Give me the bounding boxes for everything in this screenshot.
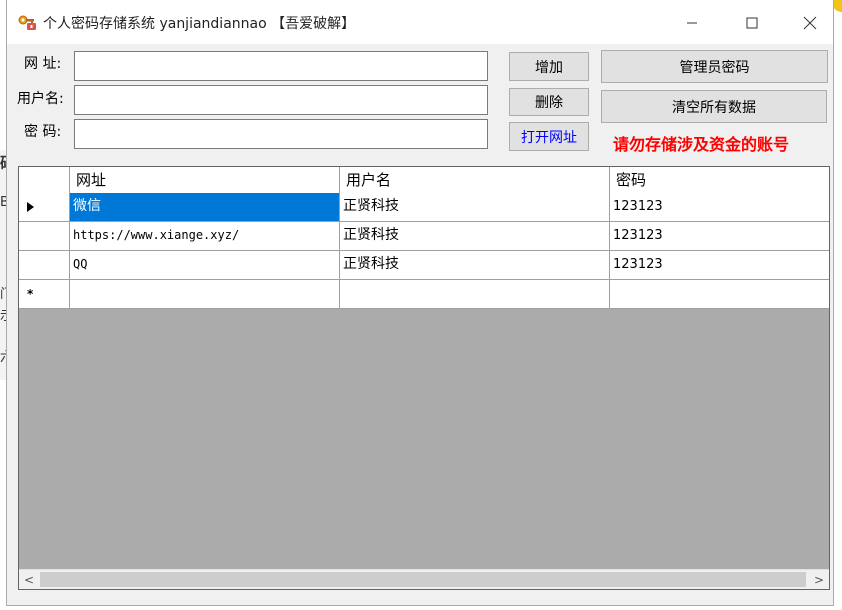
- minimize-button[interactable]: [672, 8, 712, 38]
- maximize-icon: [746, 17, 758, 29]
- username-label: 用户名:: [17, 91, 64, 107]
- column-header-username[interactable]: 用户名: [340, 167, 610, 193]
- close-button[interactable]: [790, 8, 830, 38]
- table-cell-url[interactable]: 微信: [70, 193, 340, 222]
- admin-password-button[interactable]: 管理员密码: [601, 50, 828, 83]
- horizontal-scrollbar[interactable]: < >: [19, 569, 829, 589]
- table-header: 网址 用户名 密码: [19, 167, 829, 193]
- header-corner: [19, 167, 70, 193]
- window-title: 个人密码存储系统 yanjiandiannao 【吾爱破解】: [43, 16, 356, 32]
- delete-button[interactable]: 删除: [509, 88, 589, 116]
- open-url-button[interactable]: 打开网址: [509, 122, 589, 151]
- column-header-url[interactable]: 网址: [70, 167, 340, 193]
- row-header[interactable]: [19, 193, 70, 222]
- table-cell-password[interactable]: 123123: [610, 222, 829, 251]
- scroll-right-button[interactable]: >: [809, 570, 829, 589]
- close-icon: [803, 16, 817, 30]
- warning-text: 请勿存储涉及资金的账号: [613, 135, 790, 154]
- new-row-cell-username[interactable]: [340, 280, 610, 309]
- key-lock-icon: [18, 15, 36, 30]
- table-cell-password[interactable]: 123123: [610, 193, 829, 222]
- table-cell-username[interactable]: 正贤科技: [340, 251, 610, 280]
- table-cell-url[interactable]: QQ: [70, 251, 340, 280]
- password-table[interactable]: 网址 用户名 密码 微信 正贤科技 123123 https://www.xia…: [18, 166, 830, 590]
- new-row-cell-password[interactable]: [610, 280, 829, 309]
- new-row-cell-url[interactable]: [70, 280, 340, 309]
- clear-all-data-button[interactable]: 清空所有数据: [601, 90, 827, 123]
- row-header[interactable]: [19, 251, 70, 280]
- table-cell-username[interactable]: 正贤科技: [340, 222, 610, 251]
- maximize-button[interactable]: [732, 8, 772, 38]
- add-button[interactable]: 增加: [509, 52, 589, 81]
- scroll-thumb[interactable]: [40, 572, 806, 587]
- new-row-header[interactable]: *: [19, 280, 70, 309]
- column-header-password[interactable]: 密码: [610, 167, 829, 193]
- url-label: 网 址:: [24, 56, 62, 72]
- url-input[interactable]: [74, 51, 488, 81]
- table-cell-url[interactable]: https://www.xiange.xyz/: [70, 222, 340, 251]
- password-input[interactable]: [74, 119, 488, 149]
- password-label: 密 码:: [24, 124, 62, 140]
- minimize-icon: [687, 22, 697, 24]
- scroll-left-button[interactable]: <: [19, 570, 39, 589]
- app-window: 个人密码存储系统 yanjiandiannao 【吾爱破解】 网 址: 用户名:…: [6, 0, 834, 606]
- current-row-arrow-icon: [27, 202, 34, 212]
- username-input[interactable]: [74, 85, 488, 115]
- title-bar[interactable]: 个人密码存储系统 yanjiandiannao 【吾爱破解】: [7, 0, 833, 44]
- table-cell-password[interactable]: 123123: [610, 251, 829, 280]
- table-cell-username[interactable]: 正贤科技: [340, 193, 610, 222]
- row-header[interactable]: [19, 222, 70, 251]
